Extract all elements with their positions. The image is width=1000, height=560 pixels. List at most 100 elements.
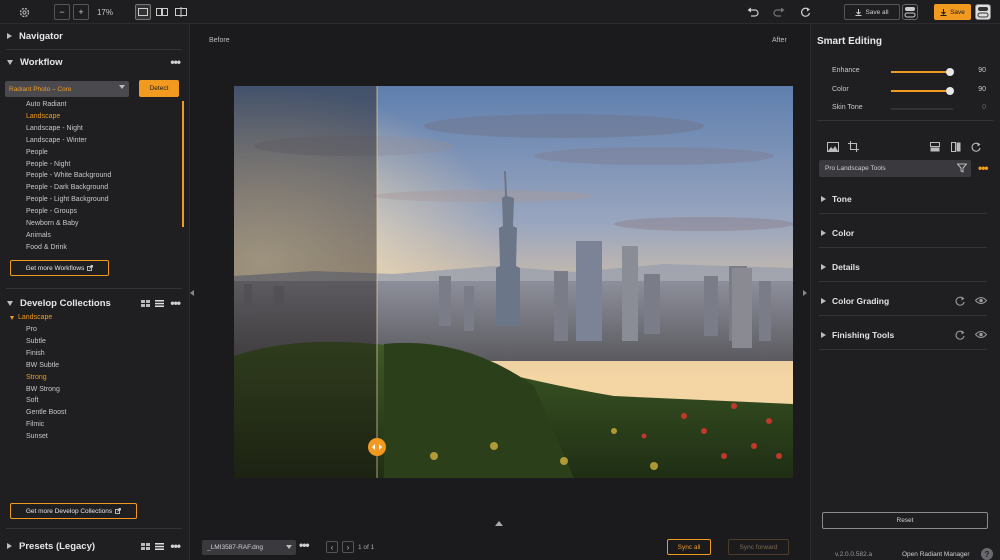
develop-collection-item[interactable]: Subtle <box>26 338 46 345</box>
workflow-item[interactable]: People - Night <box>26 161 70 168</box>
reset-section-icon[interactable] <box>955 296 965 308</box>
workflow-select[interactable]: Radiant Photo – Core <box>5 81 129 97</box>
export-options-toggle-icon[interactable] <box>975 4 991 20</box>
slider-track[interactable] <box>891 86 954 95</box>
settings-gear-icon[interactable] <box>16 4 32 20</box>
photo-preview[interactable] <box>234 86 793 478</box>
presets-more-icon[interactable]: ••• <box>170 539 181 553</box>
tool-section-header[interactable]: Finishing Tools <box>819 320 988 350</box>
develop-collection-item[interactable]: Pro <box>26 326 37 333</box>
develop-collection-item[interactable]: BW Strong <box>26 386 60 393</box>
sync-forward-button[interactable]: Sync forward <box>728 539 789 555</box>
file-more-icon[interactable]: ••• <box>299 538 310 552</box>
get-more-workflows-button[interactable]: Get more Workflows <box>10 260 109 276</box>
develop-group-landscape[interactable]: Landscape <box>10 314 52 321</box>
rotate-icon[interactable] <box>971 142 981 154</box>
tools-more-icon[interactable]: ••• <box>978 161 989 175</box>
develop-collection-item[interactable]: Finish <box>26 350 45 357</box>
workflow-scrollbar[interactable] <box>182 101 184 227</box>
slider-track[interactable] <box>891 108 953 110</box>
develop-collection-item[interactable]: BW Subtle <box>26 362 59 369</box>
filmstrip-toggle-icon[interactable] <box>495 521 503 526</box>
develop-collection-item[interactable]: Soft <box>26 397 38 404</box>
develop-collection-item[interactable]: Gentle Boost <box>26 409 66 416</box>
zoom-in-button[interactable]: + <box>73 4 89 20</box>
tool-section-header[interactable]: Color Grading <box>819 286 988 316</box>
workflow-item[interactable]: Newborn & Baby <box>26 220 79 227</box>
develop-more-icon[interactable]: ••• <box>170 296 181 310</box>
tools-preset-select[interactable]: Pro Landscape Tools <box>819 160 971 177</box>
save-all-button[interactable]: Save all <box>844 4 900 20</box>
workflow-item[interactable]: Landscape <box>26 113 60 120</box>
workflow-section-header[interactable]: Workflow ••• <box>0 52 190 72</box>
reset-section-icon[interactable] <box>955 330 965 342</box>
develop-collections-section-header[interactable]: Develop Collections ••• <box>0 293 190 313</box>
tool-section-label: Finishing Tools <box>832 329 895 340</box>
slider-knob[interactable] <box>945 86 954 95</box>
workflow-item[interactable]: Auto Radiant <box>26 101 66 108</box>
save-options-toggle-icon[interactable] <box>902 4 918 20</box>
top-toolbar: − + 17% Save all Save <box>0 0 1000 24</box>
tool-section-label: Details <box>832 261 860 272</box>
slider-value: 90 <box>978 67 986 74</box>
redo-icon[interactable] <box>771 4 787 20</box>
save-button[interactable]: Save <box>934 4 971 20</box>
grid-view-icon[interactable] <box>141 299 150 310</box>
flip-horizontal-icon[interactable] <box>951 142 961 154</box>
tool-section-header[interactable]: Details <box>819 252 987 282</box>
next-image-button[interactable]: › <box>342 541 354 553</box>
help-icon[interactable]: ? <box>981 548 993 560</box>
workflow-item[interactable]: People - Groups <box>26 208 77 215</box>
collapsed-arrow-icon <box>7 543 12 549</box>
divider <box>817 120 993 121</box>
develop-collection-item[interactable]: Sunset <box>26 433 48 440</box>
undo-icon[interactable] <box>745 4 761 20</box>
open-radiant-manager-link[interactable]: Open Radiant Manager <box>902 551 970 558</box>
presets-section-header[interactable]: Presets (Legacy) ••• <box>0 536 190 556</box>
image-canvas: Before After _LMI3587-RAF.dng ••• ‹ › 1 … <box>190 24 810 560</box>
crop-icon[interactable] <box>848 141 859 154</box>
slider-track[interactable] <box>891 68 954 76</box>
collapsed-arrow-icon <box>821 297 826 304</box>
reset-rotate-icon[interactable] <box>797 4 813 20</box>
workflow-item[interactable]: People <box>26 149 48 156</box>
workflow-item[interactable]: Animals <box>26 232 51 239</box>
list-view-icon[interactable] <box>155 299 164 310</box>
list-view-icon[interactable] <box>155 542 164 553</box>
workflow-item[interactable]: Landscape - Night <box>26 125 83 132</box>
compare-split-handle[interactable] <box>368 438 386 456</box>
tool-section-header[interactable]: Color <box>819 218 987 248</box>
side-by-side-view-icon[interactable] <box>154 4 170 20</box>
tool-section-header[interactable]: Tone <box>819 184 987 214</box>
single-view-icon[interactable] <box>135 4 151 20</box>
detect-button[interactable]: Detect <box>139 80 179 97</box>
develop-collection-item[interactable]: Filmic <box>26 421 44 428</box>
divider <box>6 49 182 50</box>
workflow-item[interactable]: Landscape - Winter <box>26 137 87 144</box>
collapse-right-panel-icon[interactable] <box>803 290 807 296</box>
collapsed-arrow-icon <box>821 331 826 338</box>
navigator-section-header[interactable]: Navigator <box>0 26 190 46</box>
reset-button[interactable]: Reset <box>822 512 988 529</box>
grid-view-icon[interactable] <box>141 542 150 553</box>
slider-label: Enhance <box>832 67 860 74</box>
flip-vertical-icon[interactable] <box>930 142 940 154</box>
workflow-item[interactable]: People - Light Background <box>26 196 109 203</box>
workflow-item[interactable]: Food & Drink <box>26 244 67 251</box>
slider-knob[interactable] <box>945 68 954 76</box>
get-more-develop-collections-button[interactable]: Get more Develop Collections <box>10 503 137 519</box>
previous-image-button[interactable]: ‹ <box>326 541 338 553</box>
visibility-eye-icon[interactable] <box>974 296 988 307</box>
visibility-eye-icon[interactable] <box>974 330 988 341</box>
sync-all-button[interactable]: Sync all <box>667 539 711 555</box>
image-adjust-icon[interactable] <box>827 142 839 154</box>
save-all-label: Save all <box>865 8 889 16</box>
develop-collection-item[interactable]: Strong <box>26 374 47 381</box>
workflow-item[interactable]: People - White Background <box>26 172 111 179</box>
workflow-item[interactable]: People - Dark Background <box>26 184 108 191</box>
file-select[interactable]: _LMI3587-RAF.dng <box>202 540 296 555</box>
collapse-left-panel-icon[interactable] <box>190 290 194 296</box>
zoom-out-button[interactable]: − <box>54 4 70 20</box>
workflow-more-icon[interactable]: ••• <box>170 55 181 69</box>
split-view-icon[interactable] <box>173 4 189 20</box>
